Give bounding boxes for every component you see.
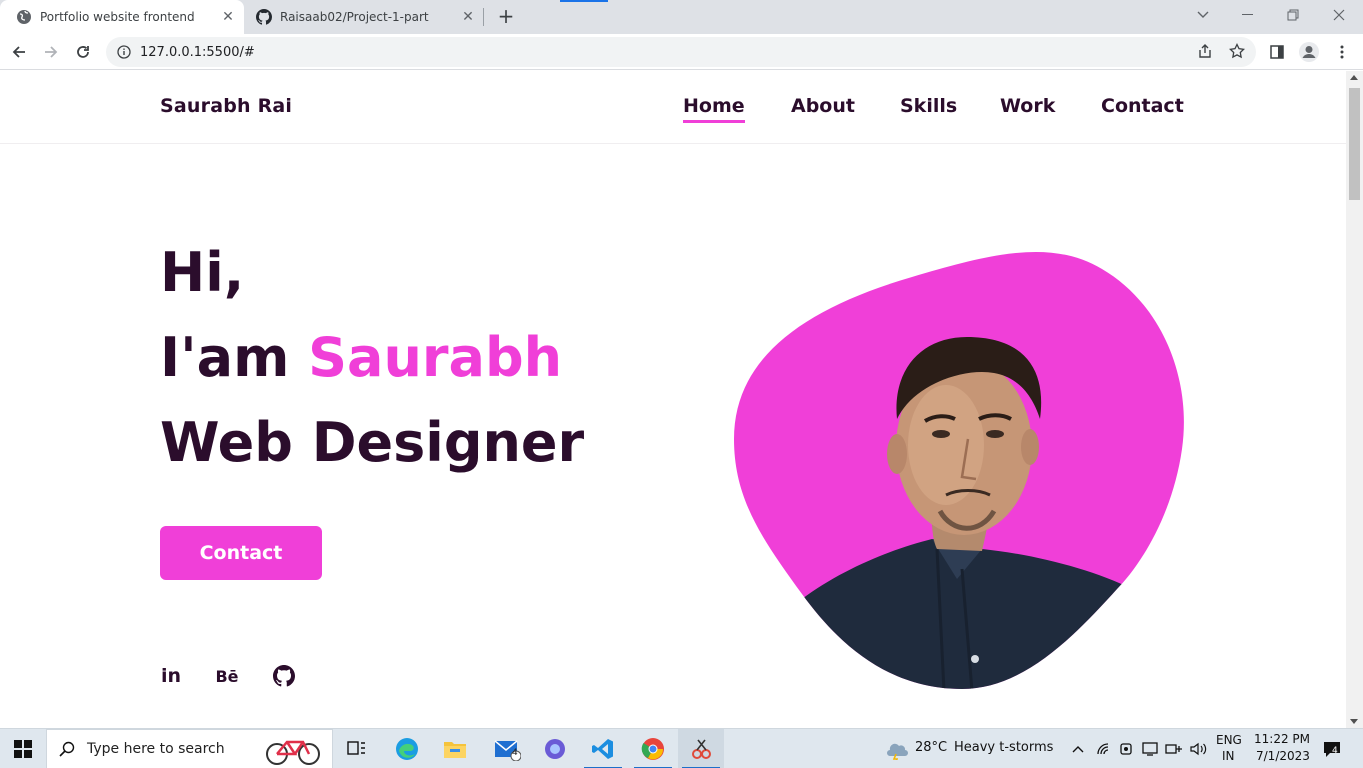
github-icon[interactable]	[272, 664, 296, 688]
scroll-up-icon[interactable]	[1350, 75, 1358, 80]
new-tab-button[interactable]: +	[494, 6, 518, 28]
edge-icon[interactable]	[384, 729, 430, 768]
share-icon[interactable]	[1195, 41, 1215, 61]
url-text: 127.0.0.1:5500/#	[140, 44, 255, 60]
notification-count: 4	[1332, 746, 1338, 756]
chevron-up-icon[interactable]	[1068, 739, 1088, 759]
hero-intro-prefix: I'am	[160, 326, 309, 389]
clock-date[interactable]: 7/1/2023	[1256, 749, 1310, 763]
tab-portfolio[interactable]: Portfolio website frontend ✕	[0, 0, 244, 34]
mail-icon[interactable]: 4	[484, 729, 530, 768]
github-icon	[256, 9, 272, 25]
restore-button[interactable]	[1270, 0, 1316, 30]
info-icon[interactable]	[116, 44, 132, 60]
hero-name: Saurabh	[308, 326, 563, 389]
clock-time[interactable]: 11:22 PM	[1254, 732, 1310, 746]
nav-contact[interactable]: Contact	[1101, 95, 1184, 117]
taskbar: Type here to search 4 28°C Heavy t-storm…	[0, 728, 1363, 768]
taskbar-search[interactable]: Type here to search	[46, 729, 333, 768]
weather-temperature[interactable]: 28°C	[915, 740, 947, 755]
tab-title: Raisaab02/Project-1-part	[280, 10, 429, 24]
tab-drop-indicator	[560, 0, 608, 2]
hero-greeting: Hi,	[160, 241, 245, 304]
scrollbar-thumb[interactable]	[1349, 88, 1360, 200]
copilot-app-icon[interactable]	[532, 729, 578, 768]
back-button[interactable]	[5, 38, 33, 66]
nav-skills[interactable]: Skills	[900, 95, 957, 117]
search-icon	[57, 739, 77, 759]
behance-icon[interactable]: Bē	[215, 664, 239, 688]
site-header: Saurabh Rai Home About Skills Work Conta…	[0, 71, 1346, 144]
hero-intro: I'am Saurabh	[160, 328, 562, 388]
bookmark-star-icon[interactable]	[1227, 41, 1247, 61]
reload-button[interactable]	[69, 38, 97, 66]
close-icon[interactable]: ✕	[460, 9, 476, 25]
snipping-tool-icon[interactable]	[678, 729, 724, 768]
vscode-icon[interactable]	[580, 729, 626, 768]
forward-button[interactable]	[37, 38, 65, 66]
nav-about[interactable]: About	[791, 95, 855, 117]
tab-github[interactable]: Raisaab02/Project-1-part ✕	[240, 0, 484, 34]
meet-icon[interactable]	[1116, 739, 1136, 759]
weather-icon[interactable]	[884, 739, 910, 760]
page-scrollbar[interactable]	[1346, 71, 1363, 728]
tab-strip: Portfolio website frontend ✕ Raisaab02/P…	[0, 0, 1363, 34]
browser-toolbar: 127.0.0.1:5500/#	[0, 34, 1363, 70]
windows-icon	[14, 740, 32, 758]
file-explorer-icon[interactable]	[432, 729, 478, 768]
linkedin-icon[interactable]: in	[159, 664, 183, 688]
search-placeholder: Type here to search	[87, 741, 225, 757]
profile-photo	[734, 251, 1184, 690]
chrome-icon[interactable]	[630, 729, 676, 768]
scroll-down-icon[interactable]	[1350, 719, 1358, 724]
network-icon[interactable]	[1164, 739, 1184, 759]
windows-start-button[interactable]	[0, 729, 46, 768]
weather-condition[interactable]: Heavy t-storms	[954, 740, 1053, 755]
contact-button[interactable]: Contact	[160, 526, 322, 580]
notification-icon[interactable]: 4	[1320, 739, 1344, 759]
tab-search-icon[interactable]	[1180, 0, 1226, 30]
address-bar[interactable]: 127.0.0.1:5500/#	[106, 37, 1256, 67]
nav-home[interactable]: Home	[683, 95, 745, 123]
language-code[interactable]: ENG	[1216, 733, 1242, 747]
globe-icon	[16, 9, 32, 25]
volume-icon[interactable]	[1188, 739, 1208, 759]
hero-image	[732, 249, 1186, 691]
display-icon[interactable]	[1140, 739, 1160, 759]
profile-avatar-icon[interactable]	[1295, 38, 1323, 66]
menu-kebab-icon[interactable]	[1328, 38, 1356, 66]
close-window-button[interactable]	[1316, 0, 1362, 30]
tab-title: Portfolio website frontend	[40, 10, 195, 24]
page-viewport: Saurabh Rai Home About Skills Work Conta…	[0, 71, 1346, 728]
side-panel-icon[interactable]	[1263, 38, 1291, 66]
wifi-icon[interactable]	[1094, 739, 1114, 759]
minimize-button[interactable]	[1225, 0, 1271, 30]
site-logo[interactable]: Saurabh Rai	[160, 95, 292, 117]
bicycle-icon	[265, 734, 321, 768]
language-region[interactable]: IN	[1222, 749, 1235, 763]
nav-work[interactable]: Work	[1000, 95, 1055, 117]
close-icon[interactable]: ✕	[220, 9, 236, 25]
mail-badge: 4	[512, 748, 518, 758]
hero-role: Web Designer	[160, 411, 585, 474]
tab-separator	[483, 8, 484, 26]
task-view-icon[interactable]	[334, 729, 380, 768]
